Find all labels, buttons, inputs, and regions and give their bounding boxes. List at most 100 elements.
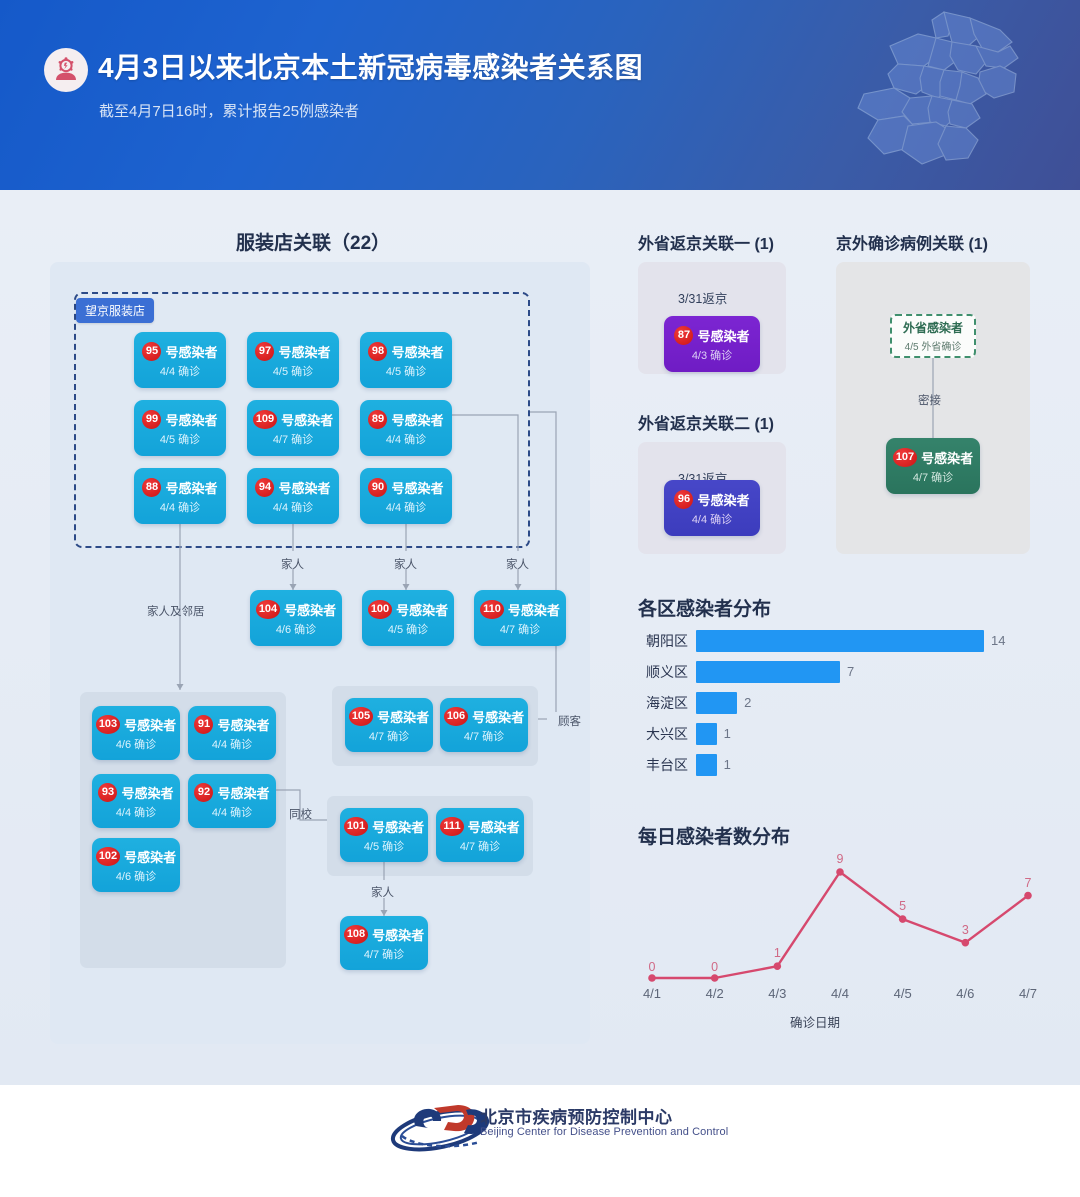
case-date: 4/6 确诊 (115, 738, 157, 751)
case-date: 4/7 确诊 (499, 623, 541, 636)
line-x-tick-label: 4/5 (893, 986, 912, 1001)
case-id-badge: 107 (892, 447, 918, 467)
case-id-badge: 111 (440, 816, 464, 836)
case-date: 4/5 确诊 (363, 840, 405, 853)
case-box-111[interactable]: 111 号感染者 4/7 确诊 (436, 808, 524, 862)
case-label: 号感染者 (391, 480, 444, 496)
edge-label-family-108: 家人 (371, 887, 394, 899)
case-box-97[interactable]: 97 号感染者 4/5 确诊 (247, 332, 339, 388)
case-date: 4/4 确诊 (691, 513, 733, 526)
line-x-tick-label: 4/6 (956, 986, 975, 1001)
case-box-99[interactable]: 99 号感染者 4/5 确诊 (134, 400, 226, 456)
case-box-87[interactable]: 87 号感染者 4/3 确诊 (664, 316, 760, 372)
case-id-badge: 92 (194, 782, 214, 802)
bar-value-label: 1 (723, 757, 731, 772)
case-box-100[interactable]: 100 号感染者 4/5 确诊 (362, 590, 454, 646)
case-box-96[interactable]: 96 号感染者 4/4 确诊 (664, 480, 760, 536)
case-date: 4/5 确诊 (272, 365, 314, 378)
bar-value-label: 1 (723, 726, 731, 741)
case-box-109[interactable]: 109 号感染者 4/7 确诊 (247, 400, 339, 456)
case-date: 4/4 确诊 (272, 501, 314, 514)
case-label: 号感染者 (278, 480, 331, 496)
line-x-tick-label: 4/7 (1018, 986, 1038, 1001)
case-date: 4/5 确诊 (159, 433, 201, 446)
edge-label-customer: 顾客 (558, 716, 581, 728)
case-box-95[interactable]: 95 号感染者 4/4 确诊 (134, 332, 226, 388)
section-title-district-chart: 各区感染者分布 (638, 599, 772, 620)
case-id-badge: 99 (142, 409, 162, 429)
case-box-94[interactable]: 94 号感染者 4/4 确诊 (247, 468, 339, 524)
case-label: 号感染者 (278, 344, 331, 360)
case-label: 号感染者 (281, 412, 334, 428)
outside-panel (836, 262, 1030, 554)
case-box-89[interactable]: 89 号感染者 4/4 确诊 (360, 400, 452, 456)
page-title: 4月3日以来北京本土新冠病毒感染者关系图 (98, 52, 644, 83)
case-label: 号感染者 (472, 709, 525, 725)
case-box-106[interactable]: 106 号感染者 4/7 确诊 (440, 698, 528, 752)
case-box-110[interactable]: 110 号感染者 4/7 确诊 (474, 590, 566, 646)
bar-value-label: 14 (991, 633, 1006, 648)
case-box-88[interactable]: 88 号感染者 4/4 确诊 (134, 468, 226, 524)
case-box-108[interactable]: 108 号感染者 4/7 确诊 (340, 916, 428, 970)
external-case-date: 4/5 外省确诊 (904, 342, 962, 353)
line-x-tick-label: 4/3 (768, 986, 787, 1001)
case-id-badge: 103 (95, 714, 121, 734)
case-label: 号感染者 (124, 849, 177, 865)
bar-row: 朝阳区 14 (638, 630, 1034, 652)
section-title-daily-chart: 每日感染者数分布 (638, 827, 791, 848)
case-label: 号感染者 (391, 412, 444, 428)
case-date: 4/4 确诊 (211, 738, 253, 751)
wangjing-store-tag: 望京服装店 (76, 298, 155, 323)
line-data-point (648, 974, 656, 982)
bar-row: 丰台区 1 (638, 754, 1034, 776)
case-date: 4/7 确诊 (272, 433, 314, 446)
case-date: 4/6 确诊 (275, 623, 317, 636)
bar-category-label: 丰台区 (646, 757, 688, 773)
case-id-badge: 93 (98, 782, 118, 802)
external-province-case-box[interactable]: 外省感染者 4/5 外省确诊 (890, 314, 976, 358)
case-date: 4/7 确诊 (368, 730, 410, 743)
case-label: 号感染者 (165, 480, 218, 496)
case-box-98[interactable]: 98 号感染者 4/5 确诊 (360, 332, 452, 388)
section-title-store: 服装店关联（22） (236, 233, 391, 254)
page-header: 4月3日以来北京本土新冠病毒感染者关系图 截至4月7日16时，累计报告25例感染… (0, 0, 1080, 190)
case-box-102[interactable]: 102 号感染者 4/6 确诊 (92, 838, 180, 892)
case-label: 号感染者 (921, 450, 974, 466)
case-id-badge: 96 (674, 489, 694, 509)
case-id-badge: 89 (368, 409, 388, 429)
bar-fill (696, 723, 717, 745)
case-date: 4/4 确诊 (211, 806, 253, 819)
case-box-104[interactable]: 104 号感染者 4/6 确诊 (250, 590, 342, 646)
case-date: 4/4 确诊 (115, 806, 157, 819)
case-label: 号感染者 (396, 602, 449, 618)
district-distribution-chart: 朝阳区 14 顺义区 7 海淀区 2 大兴区 1 丰台区 1 (638, 630, 1034, 792)
case-id-badge: 100 (367, 599, 393, 619)
edge-label-family-100: 家人 (394, 559, 417, 571)
case-box-103[interactable]: 103 号感染者 4/6 确诊 (92, 706, 180, 760)
case-box-105[interactable]: 105 号感染者 4/7 确诊 (345, 698, 433, 752)
case-label: 号感染者 (372, 819, 425, 835)
section-title-return1: 外省返京关联一 (1) (638, 236, 775, 253)
case-label: 号感染者 (121, 785, 174, 801)
case-box-92[interactable]: 92 号感染者 4/4 确诊 (188, 774, 276, 828)
edge-label-family-110: 家人 (506, 559, 529, 571)
line-data-label: 9 (836, 852, 844, 866)
case-id-badge: 101 (343, 816, 369, 836)
line-data-point (898, 915, 907, 923)
beijing-districts-map (857, 11, 1019, 165)
case-box-90[interactable]: 90 号感染者 4/4 确诊 (360, 468, 452, 524)
case-date: 4/4 确诊 (159, 365, 201, 378)
case-date: 4/5 确诊 (385, 365, 427, 378)
infographic-root: 4月3日以来北京本土新冠病毒感染者关系图 截至4月7日16时，累计报告25例感染… (0, 0, 1080, 1197)
case-box-101[interactable]: 101 号感染者 4/5 确诊 (340, 808, 428, 862)
case-id-badge: 90 (368, 477, 388, 497)
case-label: 号感染者 (391, 344, 444, 360)
case-box-93[interactable]: 93 号感染者 4/4 确诊 (92, 774, 180, 828)
daily-cases-chart: 0 0 1 9 5 3 7 4/1 4/2 4/3 4/4 4/5 4/6 4/7 确诊日期 (630, 852, 1037, 1036)
case-box-107[interactable]: 107 号感染者 4/7 确诊 (886, 438, 980, 494)
case-box-91[interactable]: 91 号感染者 4/4 确诊 (188, 706, 276, 760)
line-data-point (836, 868, 844, 876)
bar-value-label: 2 (744, 695, 752, 710)
case-id-badge: 110 (480, 599, 504, 619)
case-id-badge: 105 (348, 706, 374, 726)
